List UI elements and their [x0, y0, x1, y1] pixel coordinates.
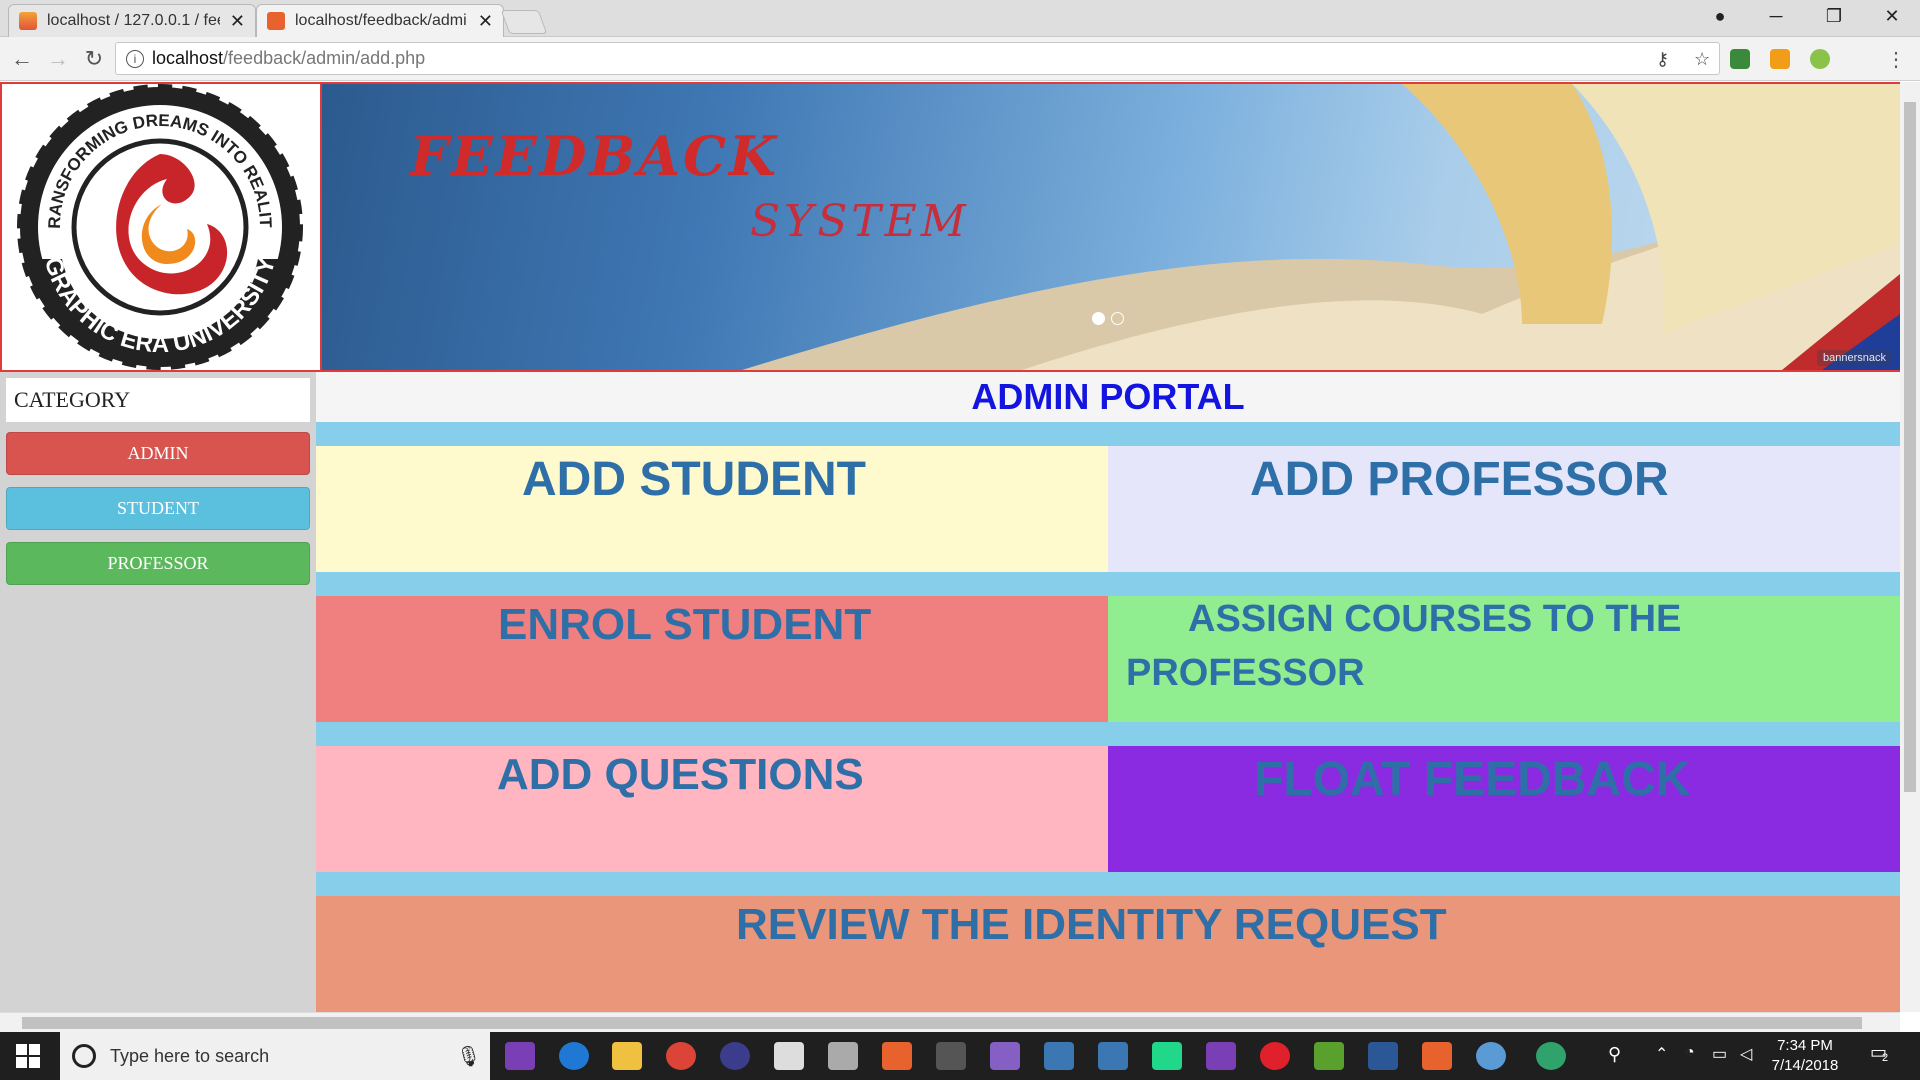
- notification-center-icon[interactable]: ▭ 2: [1870, 1042, 1889, 1064]
- windows-taskbar: Type here to search 🎙 ⚲ ⌃ ◔ ▭ ◁ 7:34 PM …: [0, 1032, 1920, 1080]
- banner-title: FEEDBACK: [410, 124, 779, 188]
- add-questions-tile[interactable]: ADD QUESTIONS: [316, 746, 1108, 872]
- extension-icon[interactable]: [1810, 49, 1830, 69]
- volume-icon[interactable]: ◁: [1740, 1044, 1752, 1064]
- edge-icon[interactable]: [559, 1042, 589, 1070]
- url-host: localhost: [152, 48, 224, 68]
- wifi-icon[interactable]: ◔: [1685, 1044, 1695, 1062]
- new-tab-button[interactable]: [500, 10, 548, 34]
- microphone-icon[interactable]: 🎙: [456, 1044, 481, 1069]
- tile-label: REVIEW THE IDENTITY REQUEST: [736, 900, 1447, 949]
- chrome-icon[interactable]: [666, 1042, 696, 1070]
- add-student-tile[interactable]: ADD STUDENT: [316, 446, 1108, 572]
- system-clock[interactable]: 7:34 PM 7/14/2018: [1760, 1036, 1850, 1076]
- star-icon[interactable]: ☆: [1694, 43, 1710, 76]
- slider-dot-active[interactable]: [1092, 312, 1105, 325]
- database-icon[interactable]: [828, 1042, 858, 1070]
- url-path: /feedback/admin/add.php: [223, 48, 426, 68]
- paint-icon[interactable]: [1476, 1042, 1506, 1070]
- terminal-icon[interactable]: [936, 1042, 966, 1070]
- extension-icon[interactable]: [1730, 49, 1750, 69]
- search-placeholder: Type here to search: [110, 1045, 270, 1066]
- slider-dots: [1092, 312, 1124, 325]
- enrol-student-tile[interactable]: ENROL STUDENT: [316, 596, 1108, 722]
- word-icon[interactable]: [1368, 1042, 1398, 1070]
- banner-subtitle: SYSTEM: [750, 196, 970, 247]
- tab-title: localhost/feedback/admi: [295, 12, 467, 29]
- phpstorm-alt-icon[interactable]: [1206, 1042, 1236, 1070]
- admin-button[interactable]: ADMIN: [6, 432, 310, 475]
- feedback-banner: FEEDBACK SYSTEM bannersnack: [322, 84, 1900, 370]
- close-window-button[interactable]: ✕: [1864, 0, 1920, 32]
- browser-toolbar: ← → ↻ i localhost/feedback/admin/add.php…: [0, 37, 1920, 81]
- profile-icon[interactable]: ●: [1692, 0, 1748, 32]
- admin-main: ADMIN PORTAL ADD STUDENT ADD PROFESSOR E…: [316, 372, 1900, 1012]
- assign-courses-tile[interactable]: ASSIGN COURSES TO THE PROFESSOR: [1108, 596, 1900, 722]
- page-title: ADMIN PORTAL: [316, 372, 1900, 422]
- banner-credit[interactable]: bannersnack: [1817, 350, 1892, 366]
- tab-admin-add[interactable]: localhost/feedback/admi ✕: [256, 4, 504, 37]
- tile-label-line1: ASSIGN COURSES TO THE: [1188, 598, 1682, 640]
- clock-date: 7/14/2018: [1771, 1057, 1839, 1074]
- notepad-plus-icon[interactable]: [1314, 1042, 1344, 1070]
- tile-label: ENROL STUDENT: [498, 600, 872, 649]
- pycharm-icon[interactable]: [1152, 1042, 1182, 1070]
- tile-label: FLOAT FEEDBACK: [1254, 753, 1691, 806]
- float-feedback-tile[interactable]: FLOAT FEEDBACK: [1108, 746, 1900, 872]
- horizontal-scrollbar[interactable]: [0, 1012, 1900, 1032]
- browser-tab-strip: localhost / 127.0.0.1 / fee ✕ localhost/…: [0, 0, 1920, 37]
- page-content: TRANSFORMING DREAMS INTO REALITY GRAPHIC…: [0, 82, 1900, 1012]
- add-professor-tile[interactable]: ADD PROFESSOR: [1108, 446, 1900, 572]
- eclipse-icon[interactable]: [720, 1042, 750, 1070]
- minimize-button[interactable]: ─: [1748, 0, 1804, 32]
- python-icon[interactable]: [1044, 1042, 1074, 1070]
- matlab-icon[interactable]: [882, 1042, 912, 1070]
- category-sidebar: CATEGORY ADMIN STUDENT PROFESSOR: [0, 372, 316, 1012]
- site-header: TRANSFORMING DREAMS INTO REALITY GRAPHIC…: [0, 82, 1900, 372]
- forward-icon[interactable]: →: [42, 43, 74, 75]
- chevron-up-icon[interactable]: ⌃: [1655, 1044, 1668, 1064]
- phpstorm-icon[interactable]: [505, 1042, 535, 1070]
- category-label: CATEGORY: [6, 378, 310, 422]
- visual-studio-icon[interactable]: [990, 1042, 1020, 1070]
- tab-phpmyadmin[interactable]: localhost / 127.0.0.1 / fee ✕: [8, 4, 256, 37]
- activity-monitor-icon[interactable]: [1536, 1042, 1566, 1070]
- extension-icon[interactable]: [1770, 49, 1790, 69]
- student-button[interactable]: STUDENT: [6, 487, 310, 530]
- xampp-icon: [267, 12, 285, 30]
- python-idle-icon[interactable]: [1098, 1042, 1128, 1070]
- restore-button[interactable]: ❐: [1806, 0, 1862, 32]
- people-icon[interactable]: ⚲: [1608, 1044, 1621, 1065]
- tile-label: ADD PROFESSOR: [1250, 453, 1669, 506]
- phpmyadmin-icon: [19, 12, 37, 30]
- windows-start-icon[interactable]: [16, 1044, 40, 1068]
- info-icon[interactable]: i: [126, 49, 144, 68]
- review-identity-tile[interactable]: REVIEW THE IDENTITY REQUEST: [316, 896, 1900, 1012]
- clock-time: 7:34 PM: [1777, 1037, 1833, 1054]
- file-explorer-icon[interactable]: [612, 1042, 642, 1070]
- tile-label: ADD QUESTIONS: [497, 750, 864, 799]
- opera-icon[interactable]: [1260, 1042, 1290, 1070]
- address-bar[interactable]: i localhost/feedback/admin/add.php ⚷ ☆: [115, 42, 1720, 75]
- cortana-icon: [72, 1044, 96, 1068]
- menu-icon[interactable]: ⋮: [1880, 43, 1912, 75]
- notification-count: 2: [1882, 1052, 1889, 1064]
- close-icon[interactable]: ✕: [478, 11, 493, 32]
- calculator-icon[interactable]: [774, 1042, 804, 1070]
- university-logo: TRANSFORMING DREAMS INTO REALITY GRAPHIC…: [0, 82, 322, 370]
- close-icon[interactable]: ✕: [230, 11, 245, 32]
- xampp-icon[interactable]: [1422, 1042, 1452, 1070]
- vertical-scrollbar[interactable]: [1900, 82, 1920, 1012]
- slider-dot[interactable]: [1111, 312, 1124, 325]
- reload-icon[interactable]: ↻: [78, 43, 110, 75]
- tab-title: localhost / 127.0.0.1 / fee: [47, 12, 220, 29]
- professor-button[interactable]: PROFESSOR: [6, 542, 310, 585]
- back-icon[interactable]: ←: [6, 43, 38, 75]
- university-seal-icon: TRANSFORMING DREAMS INTO REALITY GRAPHIC…: [0, 82, 303, 370]
- battery-icon[interactable]: ▭: [1712, 1044, 1727, 1064]
- taskbar-search-input[interactable]: Type here to search 🎙: [60, 1032, 490, 1080]
- key-icon[interactable]: ⚷: [1656, 43, 1669, 76]
- tile-label: ADD STUDENT: [522, 453, 866, 506]
- tile-label-line2: PROFESSOR: [1126, 652, 1365, 694]
